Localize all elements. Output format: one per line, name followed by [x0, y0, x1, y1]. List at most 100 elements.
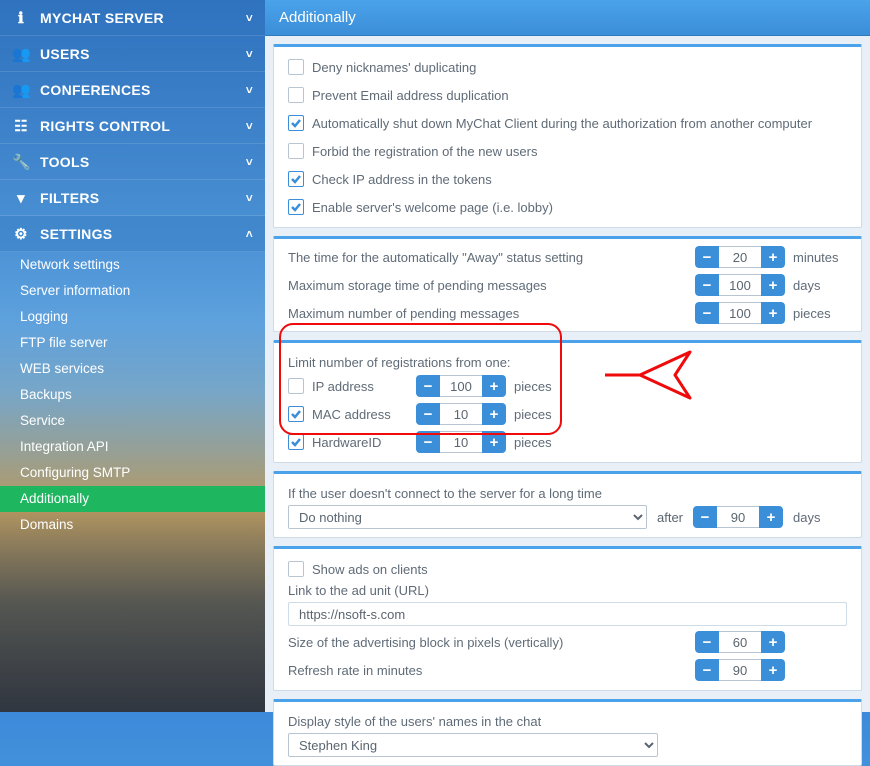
checkbox-limit-ip[interactable]	[288, 378, 304, 394]
sidebar-item-ftp[interactable]: FTP file server	[0, 330, 265, 356]
idle-minus-button[interactable]: −	[693, 506, 717, 528]
idle-value-input[interactable]	[717, 506, 759, 528]
sidebar-item-logging[interactable]: Logging	[0, 304, 265, 330]
sidebar-item-web[interactable]: WEB services	[0, 356, 265, 382]
reg-limit-title: Limit number of registrations from one:	[274, 349, 861, 372]
storage-time-label: Maximum storage time of pending messages	[288, 278, 687, 293]
maxpend-spinner: − +	[695, 302, 785, 324]
away-unit-label: minutes	[793, 250, 847, 265]
nav-tools[interactable]: 🔧 TOOLS ˅	[0, 144, 265, 180]
limit-mac-unit-label: pieces	[514, 407, 568, 422]
limit-ip-value-input[interactable]	[440, 375, 482, 397]
checkbox-auto-shutdown[interactable]	[288, 115, 304, 131]
rights-icon: ☷	[12, 117, 30, 135]
limit-hw-minus-button[interactable]: −	[416, 431, 440, 453]
sidebar-item-service[interactable]: Service	[0, 408, 265, 434]
limit-mac-value-input[interactable]	[440, 403, 482, 425]
away-value-input[interactable]	[719, 246, 761, 268]
maxpend-unit-label: pieces	[793, 306, 847, 321]
maxpend-plus-button[interactable]: +	[761, 302, 785, 324]
away-plus-button[interactable]: +	[761, 246, 785, 268]
limit-hw-spinner: − +	[416, 431, 506, 453]
idle-unit-label: days	[793, 510, 847, 525]
sidebar: ℹ MYCHAT SERVER ˅ 👥 USERS ˅ 👥 CONFERENCE…	[0, 0, 265, 712]
nav-label: TOOLS	[40, 154, 236, 170]
ad-refresh-value-input[interactable]	[719, 659, 761, 681]
ad-link-label: Link to the ad unit (URL)	[274, 583, 861, 600]
nav-label: SETTINGS	[40, 226, 236, 242]
checkbox-deny-dup[interactable]	[288, 59, 304, 75]
lobby-label: Enable server's welcome page (i.e. lobby…	[312, 200, 847, 215]
sidebar-item-smtp[interactable]: Configuring SMTP	[0, 460, 265, 486]
nav-label: CONFERENCES	[40, 82, 236, 98]
checkbox-forbid-reg[interactable]	[288, 143, 304, 159]
content-area: Additionally Deny nicknames' duplicating…	[265, 0, 870, 712]
maxpend-minus-button[interactable]: −	[695, 302, 719, 324]
ad-size-plus-button[interactable]: +	[761, 631, 785, 653]
chevron-down-icon: ˅	[246, 191, 253, 205]
timing-panel: The time for the automatically "Away" st…	[273, 236, 862, 332]
ad-size-minus-button[interactable]: −	[695, 631, 719, 653]
idle-action-select[interactable]: Do nothing	[288, 505, 647, 529]
chevron-down-icon: ˅	[246, 83, 253, 97]
sidebar-item-domains[interactable]: Domains	[0, 512, 265, 538]
deny-dup-label: Deny nicknames' duplicating	[312, 60, 847, 75]
away-minus-button[interactable]: −	[695, 246, 719, 268]
sidebar-item-additionally[interactable]: Additionally	[0, 486, 265, 512]
limit-ip-minus-button[interactable]: −	[416, 375, 440, 397]
info-icon: ℹ	[12, 9, 30, 27]
limit-ip-plus-button[interactable]: +	[482, 375, 506, 397]
idle-plus-button[interactable]: +	[759, 506, 783, 528]
checkbox-limit-hw[interactable]	[288, 434, 304, 450]
ad-size-value-input[interactable]	[719, 631, 761, 653]
limit-mac-plus-button[interactable]: +	[482, 403, 506, 425]
page-title: Additionally	[265, 0, 870, 36]
forbid-reg-label: Forbid the registration of the new users	[312, 144, 847, 159]
nav-label: RIGHTS CONTROL	[40, 118, 236, 134]
limit-hw-value-input[interactable]	[440, 431, 482, 453]
maxpend-label: Maximum number of pending messages	[288, 306, 687, 321]
nav-label: USERS	[40, 46, 236, 62]
limit-ip-spinner: − +	[416, 375, 506, 397]
sidebar-item-network[interactable]: Network settings	[0, 252, 265, 278]
checkbox-show-ads[interactable]	[288, 561, 304, 577]
storage-spinner: − +	[695, 274, 785, 296]
nav-label: FILTERS	[40, 190, 236, 206]
nav-mychat-server[interactable]: ℹ MYCHAT SERVER ˅	[0, 0, 265, 36]
checkbox-check-ip[interactable]	[288, 171, 304, 187]
maxpend-value-input[interactable]	[719, 302, 761, 324]
limit-mac-minus-button[interactable]: −	[416, 403, 440, 425]
storage-plus-button[interactable]: +	[761, 274, 785, 296]
limit-hw-plus-button[interactable]: +	[482, 431, 506, 453]
settings-sub-items: Network settings Server information Logg…	[0, 252, 265, 538]
away-spinner: − +	[695, 246, 785, 268]
idle-label: If the user doesn't connect to the serve…	[274, 480, 861, 503]
display-style-select[interactable]: Stephen King	[288, 733, 658, 757]
sidebar-item-backups[interactable]: Backups	[0, 382, 265, 408]
limit-ip-label: IP address	[312, 379, 408, 394]
ad-refresh-spinner: − +	[695, 659, 785, 681]
ads-panel: Show ads on clients Link to the ad unit …	[273, 546, 862, 691]
display-style-label: Display style of the users' names in the…	[274, 708, 861, 731]
chevron-down-icon: ˅	[246, 47, 253, 61]
ad-link-input[interactable]	[288, 602, 847, 626]
ad-refresh-plus-button[interactable]: +	[761, 659, 785, 681]
show-ads-label: Show ads on clients	[312, 562, 847, 577]
storage-value-input[interactable]	[719, 274, 761, 296]
nav-users[interactable]: 👥 USERS ˅	[0, 36, 265, 72]
checkbox-prevent-email[interactable]	[288, 87, 304, 103]
ad-refresh-minus-button[interactable]: −	[695, 659, 719, 681]
nav-filters[interactable]: ▾ FILTERS ˅	[0, 180, 265, 216]
nav-settings[interactable]: ⚙ SETTINGS ˄	[0, 216, 265, 252]
conferences-icon: 👥	[12, 81, 30, 99]
sidebar-item-serverinfo[interactable]: Server information	[0, 278, 265, 304]
storage-minus-button[interactable]: −	[695, 274, 719, 296]
away-time-label: The time for the automatically "Away" st…	[288, 250, 687, 265]
checkbox-limit-mac[interactable]	[288, 406, 304, 422]
nav-conferences[interactable]: 👥 CONFERENCES ˅	[0, 72, 265, 108]
checkbox-lobby[interactable]	[288, 199, 304, 215]
idle-spinner: − +	[693, 506, 783, 528]
sidebar-item-integration[interactable]: Integration API	[0, 434, 265, 460]
ad-refresh-label: Refresh rate in minutes	[288, 663, 687, 678]
nav-rights[interactable]: ☷ RIGHTS CONTROL ˅	[0, 108, 265, 144]
